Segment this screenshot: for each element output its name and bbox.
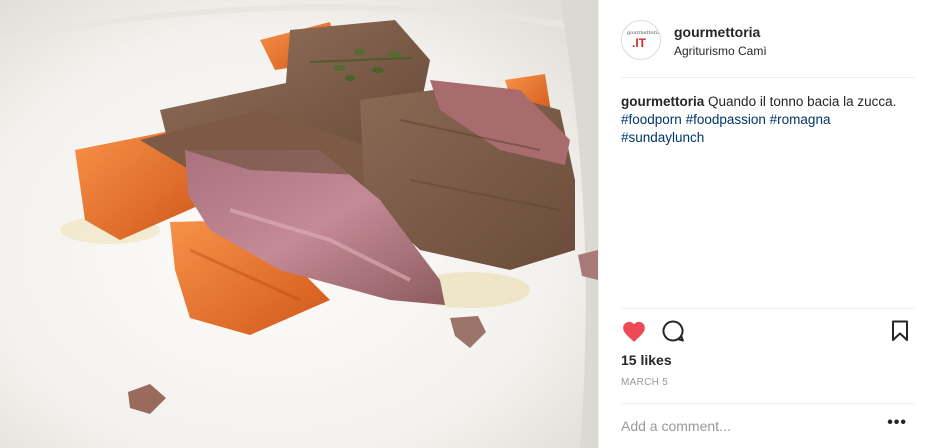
likes-count[interactable]: 15 likes <box>621 352 672 368</box>
hashtag-link[interactable]: #sundaylunch <box>621 130 704 145</box>
location-link[interactable]: Agriturismo Camì <box>674 44 767 58</box>
post-header: gourmettoria .IT gourmettoria Agriturism… <box>621 18 915 78</box>
like-button[interactable] <box>621 319 647 348</box>
food-image <box>0 0 598 448</box>
post-side-panel: gourmettoria .IT gourmettoria Agriturism… <box>598 0 936 448</box>
hashtag-link[interactable]: #romagna <box>770 112 831 127</box>
more-options-button[interactable]: ••• <box>887 414 907 432</box>
hashtag-link[interactable]: #foodpassion <box>686 112 766 127</box>
comment-button[interactable] <box>661 319 685 348</box>
save-button[interactable] <box>891 320 909 347</box>
post-caption: gourmettoria Quando il tonno bacia la zu… <box>621 93 915 147</box>
avatar[interactable]: gourmettoria .IT <box>621 20 661 60</box>
comment-input[interactable] <box>621 412 881 440</box>
hashtag-link[interactable]: #foodporn <box>621 112 682 127</box>
heart-icon <box>623 321 645 342</box>
caption-username-link[interactable]: gourmettoria <box>621 94 704 109</box>
comment-bar: ••• <box>621 403 915 448</box>
more-icon: ••• <box>887 414 907 431</box>
avatar-brand-text: .IT <box>632 36 646 50</box>
caption-text: Quando il tonno bacia la zucca. <box>708 94 897 109</box>
bookmark-icon <box>892 320 908 341</box>
post-actions: 15 likes MARCH 5 ••• <box>621 308 915 448</box>
comment-icon <box>662 320 684 342</box>
post-date: MARCH 5 <box>621 377 669 388</box>
username-link[interactable]: gourmettoria <box>674 24 760 40</box>
post-photo[interactable] <box>0 0 598 448</box>
